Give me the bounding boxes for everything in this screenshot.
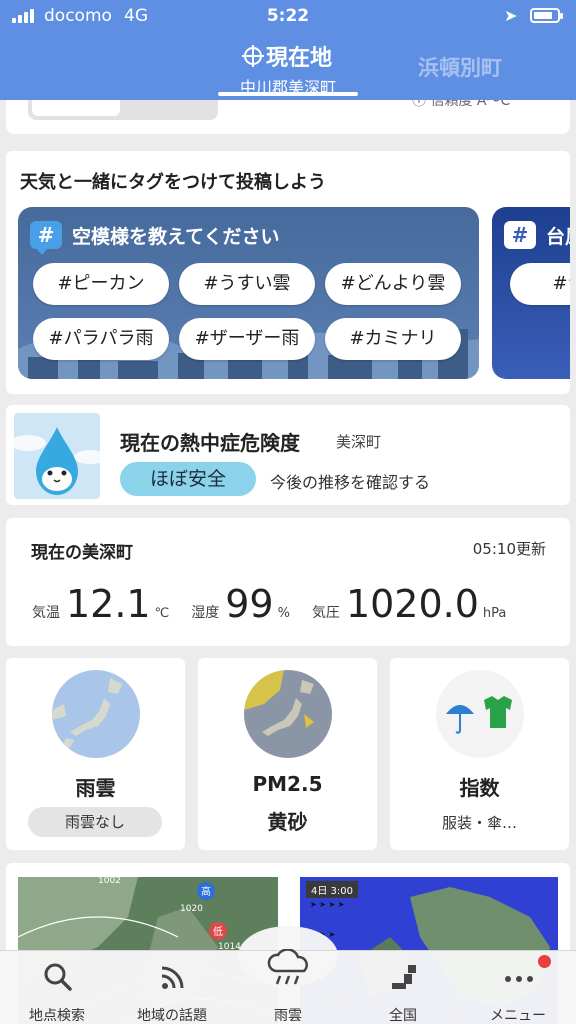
temperature-unit: ℃ [154, 606, 170, 621]
heatstroke-level-badge: ほぼ安全 [120, 462, 256, 496]
tag-chip[interactable]: #台風 [510, 263, 570, 305]
nav-menu[interactable]: メニュー [463, 951, 573, 1024]
tag-chip[interactable]: #どんより雲 [325, 263, 461, 305]
humidity-unit: % [277, 606, 290, 621]
notification-badge [538, 955, 551, 968]
japan-islands-icon [392, 965, 416, 989]
water-drop-mascot [14, 413, 100, 499]
isobar-label: 1020 [180, 904, 203, 914]
wind-map-timestamp: 4日 3:00 [306, 881, 358, 898]
temperature-label: 気温 [32, 605, 60, 621]
hashtag-icon: # [504, 221, 536, 249]
hashtag-icon: # [30, 221, 62, 255]
tag-chip[interactable]: #うすい雲 [179, 263, 315, 305]
pm25-map-icon [244, 670, 332, 758]
rain-cloud-label: 雨雲 [75, 776, 116, 800]
app-header: docomo 4G 5:22 ➤ 現在地 中川郡美深町 浜頓別町 [0, 0, 576, 100]
isobar-label: 1002 [98, 877, 121, 886]
japan-map-icon [52, 670, 140, 758]
observation-title: 現在の美深町 [31, 543, 133, 563]
index-tile[interactable]: 指数 服装・傘… [390, 658, 569, 850]
status-bar: docomo 4G 5:22 ➤ [0, 0, 576, 34]
tab-other-location[interactable]: 浜頓別町 [418, 52, 502, 82]
low-pressure-mark: 低 [213, 925, 223, 938]
heatstroke-trend-link[interactable]: 今後の推移を確認する [270, 469, 430, 493]
svg-text:➤ ➤ ➤ ➤: ➤ ➤ ➤ ➤ [310, 900, 345, 909]
temperature-value: 12.1 [66, 582, 151, 626]
search-icon [44, 963, 72, 991]
status-time: 5:22 [266, 6, 310, 26]
rain-cloud-status: 雨雲なし [28, 807, 162, 837]
index-label: 指数 [459, 776, 500, 800]
rss-icon [161, 966, 184, 989]
observation-values: 気温 12.1 ℃ 湿度 99 % 気圧 1020.0 hPa [32, 582, 528, 626]
tag-chip[interactable]: #ピーカン [33, 263, 169, 305]
pressure-value: 1020.0 [345, 582, 479, 626]
tab-current-location[interactable]: 現在地 中川郡美深町 [218, 40, 358, 98]
pm25-label: PM2.5 [252, 772, 323, 796]
nav-topics[interactable]: 地域の話題 [117, 951, 227, 1024]
battery-icon [530, 8, 563, 23]
index-subtext: 服装・傘… [441, 814, 517, 832]
observation-updated: 05:10更新 [472, 540, 546, 558]
tag-post-heading: 天気と一緒にタグをつけて投稿しよう [20, 172, 326, 193]
nav-rain-cloud[interactable]: 雨雲 [233, 949, 343, 1024]
humidity-value: 99 [225, 582, 274, 626]
yellow-sand-label: 黄砂 [267, 810, 308, 834]
sky-tag-panel[interactable]: # 空模様を教えてください #ピーカン #うすい雲 #どんより雲 #パラパラ雨 … [18, 207, 479, 379]
nav-national[interactable]: 全国 [348, 951, 458, 1024]
heatstroke-title: 現在の熱中症危険度 [120, 431, 300, 455]
pm25-tile[interactable]: PM2.5 黄砂 [198, 658, 377, 850]
location-arrow-icon: ➤ [504, 6, 518, 25]
rain-cloud-tile[interactable]: 雨雲 雨雲なし [6, 658, 185, 850]
rain-cloud-icon [267, 949, 308, 985]
heatstroke-card[interactable]: 現在の熱中症危険度 美深町 ほぼ安全 今後の推移を確認する [6, 405, 570, 505]
nav-search[interactable]: 地点検索 [2, 951, 112, 1024]
tab-current-title: 現在地 [265, 46, 332, 71]
tag-chip[interactable]: #ザーザー雨 [179, 318, 315, 360]
heatstroke-place: 美深町 [336, 433, 382, 451]
tag-chip[interactable]: #パラパラ雨 [33, 318, 169, 360]
high-pressure-mark: 高 [201, 885, 211, 898]
clothing-umbrella-icon [436, 670, 524, 758]
humidity-label: 湿度 [191, 605, 220, 621]
sky-tag-title: 空模様を教えてください [72, 226, 280, 248]
nav-topics-label: 地域の話題 [137, 1008, 207, 1024]
pressure-unit: hPa [482, 606, 507, 621]
nav-menu-label: メニュー [490, 1008, 546, 1024]
current-location-icon [241, 45, 264, 67]
active-tab-indicator [218, 92, 358, 96]
pressure-label: 気圧 [311, 605, 340, 621]
tag-chip[interactable]: #カミナリ [325, 318, 461, 360]
typhoon-tag-title: 台風 [546, 226, 570, 248]
current-observation-card[interactable]: 現在の美深町 05:10更新 気温 12.1 ℃ 湿度 99 % 気圧 1020… [6, 518, 570, 646]
typhoon-tag-panel[interactable]: # 台風 #台風 [492, 207, 570, 379]
more-dots-icon [505, 976, 533, 982]
tag-post-card: 天気と一緒にタグをつけて投稿しよう # 空模様を教えてください #ピーカン #う… [6, 151, 570, 394]
nav-national-label: 全国 [389, 1008, 417, 1024]
nav-search-label: 地点検索 [29, 1008, 85, 1024]
bottom-navigation: 地点検索 地域の話題 雨雲 全国 メニュー [0, 949, 576, 1024]
nav-rain-label: 雨雲 [274, 1008, 302, 1024]
